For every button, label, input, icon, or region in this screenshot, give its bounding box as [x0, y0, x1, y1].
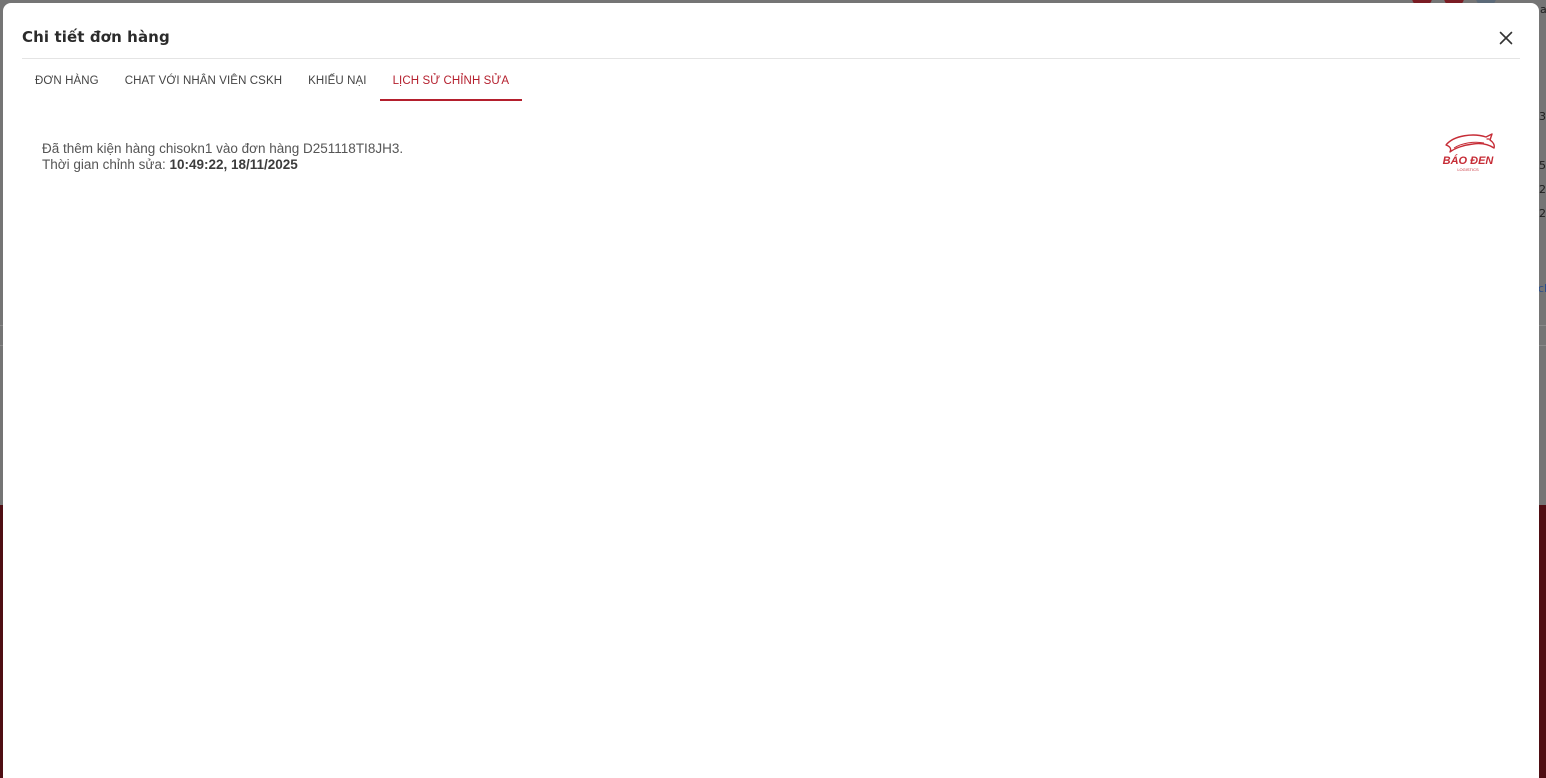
close-icon	[1499, 31, 1513, 45]
modal-header: Chi tiết đơn hàng	[22, 3, 1520, 59]
background-text: 5	[1539, 159, 1546, 172]
tab-orders[interactable]: ĐƠN HÀNG	[22, 60, 112, 101]
tab-complaints[interactable]: KHIẾU NẠI	[295, 60, 379, 101]
background-text: 2	[1539, 207, 1546, 220]
history-message: Đã thêm kiện hàng chisokn1 vào đơn hàng …	[42, 141, 404, 156]
close-button[interactable]	[1497, 29, 1515, 47]
logo-brand-text: BÁO ĐEN	[1443, 154, 1495, 167]
order-detail-modal: Chi tiết đơn hàng ĐƠN HÀNG CHAT VỚI NHÂN…	[3, 3, 1539, 778]
brand-logo: BÁO ĐEN LOGISTICS	[1440, 131, 1496, 175]
background-link: ch	[1538, 282, 1546, 295]
history-time: Thời gian chỉnh sửa: 10:49:22, 18/11/202…	[42, 157, 403, 173]
background-text: 3	[1539, 110, 1546, 123]
modal-title: Chi tiết đơn hàng	[22, 28, 170, 46]
panther-logo-icon: BÁO ĐEN LOGISTICS	[1443, 133, 1495, 172]
history-time-label: Thời gian chỉnh sửa:	[42, 157, 170, 172]
logo-sub-text: LOGISTICS	[1457, 167, 1479, 172]
background-text: 2	[1539, 183, 1546, 196]
tab-bar: ĐƠN HÀNG CHAT VỚI NHÂN VIÊN CSKH KHIẾU N…	[22, 60, 522, 101]
history-entry: Đã thêm kiện hàng chisokn1 vào đơn hàng …	[42, 141, 403, 173]
tab-edit-history[interactable]: LỊCH SỬ CHỈNH SỬA	[379, 60, 523, 101]
background-text: a	[1540, 3, 1546, 16]
tab-chat-support[interactable]: CHAT VỚI NHÂN VIÊN CSKH	[112, 60, 295, 101]
history-time-value: 10:49:22, 18/11/2025	[169, 157, 298, 172]
